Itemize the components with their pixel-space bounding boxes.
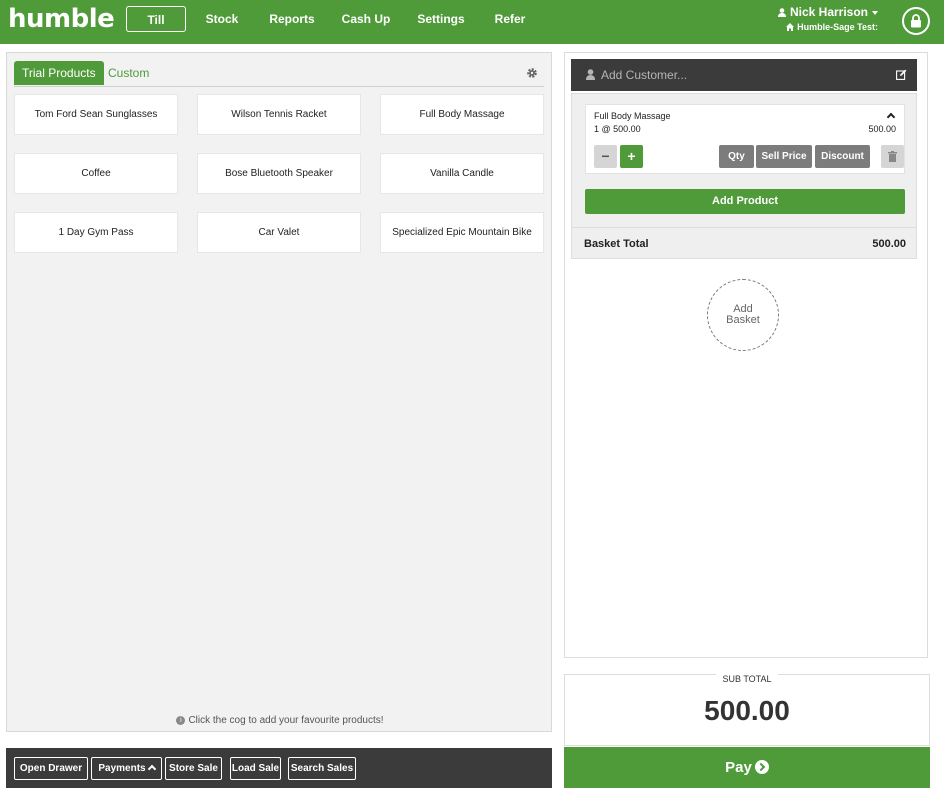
favourites-hint-text: Click the cog to add your favourite prod…: [188, 715, 384, 726]
tab-trial-products[interactable]: Trial Products: [14, 61, 104, 85]
nav-reports[interactable]: Reports: [268, 6, 316, 32]
product-tile[interactable]: Tom Ford Sean Sunglasses: [14, 94, 178, 135]
gear-icon[interactable]: [526, 67, 538, 79]
product-tile[interactable]: Bose Bluetooth Speaker: [197, 153, 361, 194]
lock-icon: [911, 14, 921, 28]
basket-total-row: Basket Total 500.00: [572, 227, 916, 259]
product-tile[interactable]: Vanilla Candle: [380, 153, 544, 194]
basket-line-item[interactable]: Full Body Massage 1 @ 500.00 500.00 − + …: [585, 104, 905, 174]
pay-button[interactable]: Pay: [564, 747, 930, 788]
discount-button[interactable]: Discount: [815, 145, 870, 168]
product-tile[interactable]: Full Body Massage: [380, 94, 544, 135]
line-item-name: Full Body Massage: [594, 111, 671, 121]
user-name: Nick Harrison: [789, 5, 868, 19]
subtotal-label: SUB TOTAL: [716, 674, 778, 684]
trash-icon: [888, 151, 897, 162]
nav-till[interactable]: Till: [126, 6, 186, 32]
line-item-quantity: 1 @ 500.00: [594, 124, 641, 134]
basket: Full Body Massage 1 @ 500.00 500.00 − + …: [571, 93, 917, 259]
delete-line-button[interactable]: [881, 145, 904, 168]
humble-logo[interactable]: humble: [8, 4, 115, 34]
store-sale-button[interactable]: Store Sale: [165, 757, 222, 780]
payments-label: Payments: [98, 763, 146, 774]
nav-settings[interactable]: Settings: [416, 6, 466, 32]
nav-refer[interactable]: Refer: [492, 6, 528, 32]
decrease-quantity-button[interactable]: −: [594, 145, 617, 168]
add-customer-placeholder: Add Customer...: [601, 68, 688, 82]
search-sales-button[interactable]: Search Sales: [288, 757, 356, 780]
tab-custom[interactable]: Custom: [100, 61, 157, 85]
increase-quantity-button[interactable]: +: [620, 145, 643, 168]
line-item-total: 500.00: [868, 124, 896, 134]
payments-button[interactable]: Payments: [91, 757, 162, 780]
open-drawer-button[interactable]: Open Drawer: [14, 757, 88, 780]
nav-cash-up[interactable]: Cash Up: [340, 6, 392, 32]
store-name: Humble-Sage Test:: [797, 22, 878, 32]
qty-button[interactable]: Qty: [719, 145, 754, 168]
product-tile[interactable]: Coffee: [14, 153, 178, 194]
product-tabs: Trial Products Custom: [14, 61, 544, 87]
sell-price-button[interactable]: Sell Price: [756, 145, 812, 168]
pay-label: Pay: [725, 759, 752, 776]
add-basket-line2: Basket: [726, 314, 760, 326]
chevron-up-icon[interactable]: [886, 112, 896, 122]
subtotal-value: 500.00: [704, 695, 790, 726]
basket-total-label: Basket Total: [584, 238, 649, 250]
add-product-button[interactable]: Add Product: [585, 189, 905, 214]
top-navigation-bar: humble Till Stock Reports Cash Up Settin…: [0, 0, 944, 44]
lock-button[interactable]: [902, 7, 930, 35]
arrow-right-circle-icon: [754, 760, 769, 774]
add-customer-bar[interactable]: Add Customer...: [571, 59, 917, 91]
info-icon: i: [176, 715, 186, 725]
basket-total-value: 500.00: [872, 238, 906, 250]
nav-stock[interactable]: Stock: [202, 6, 242, 32]
chevron-up-icon: [147, 764, 156, 774]
edit-icon[interactable]: [896, 69, 907, 80]
home-icon: [786, 23, 795, 31]
product-tile[interactable]: 1 Day Gym Pass: [14, 212, 178, 253]
product-tile[interactable]: Car Valet: [197, 212, 361, 253]
load-sale-button[interactable]: Load Sale: [230, 757, 281, 780]
user-icon: [777, 8, 786, 17]
user-menu[interactable]: Nick Harrison Humble-Sage Test:: [768, 5, 878, 34]
user-icon: [586, 69, 595, 80]
add-basket-button[interactable]: Add Basket: [707, 279, 779, 351]
product-tile[interactable]: Specialized Epic Mountain Bike: [380, 212, 544, 253]
bottom-toolbar: Open Drawer Payments Store Sale Load Sal…: [6, 748, 552, 788]
product-tile[interactable]: Wilson Tennis Racket: [197, 94, 361, 135]
chevron-down-icon: [872, 10, 878, 15]
basket-panel: Add Customer... Full Body Massage 1 @ 50…: [564, 52, 928, 658]
favourites-hint: i Click the cog to add your favourite pro…: [7, 715, 553, 726]
product-panel: Trial Products Custom Tom Ford Sean Sung…: [6, 52, 552, 732]
subtotal-box: SUB TOTAL 500.00: [564, 674, 930, 746]
